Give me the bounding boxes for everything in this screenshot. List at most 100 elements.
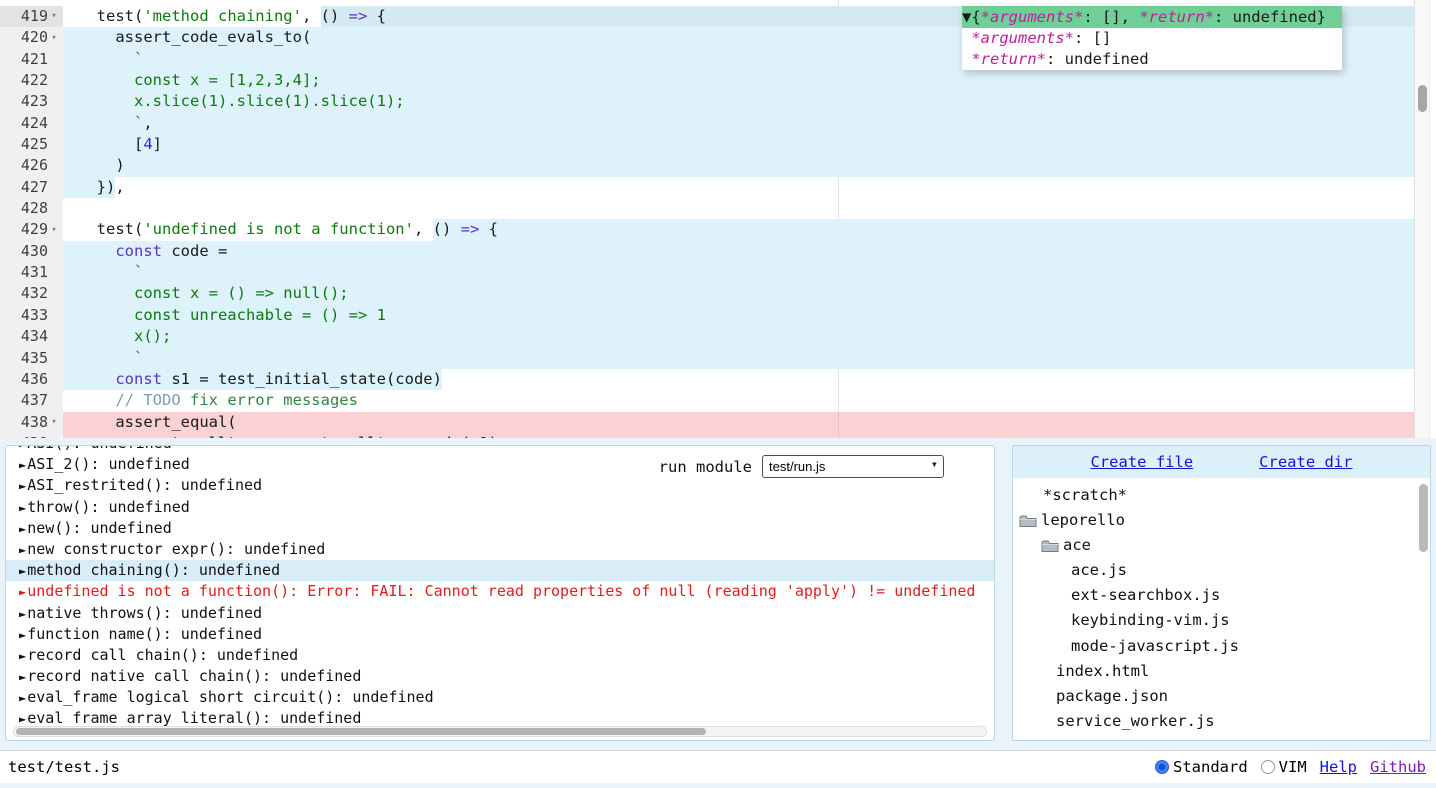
github-link[interactable]: Github: [1370, 758, 1426, 776]
code-line-431[interactable]: 431 `: [0, 262, 1414, 283]
line-number[interactable]: 431: [0, 262, 63, 283]
line-number[interactable]: 430: [0, 241, 63, 262]
expand-arrow-icon[interactable]: ►: [19, 445, 26, 451]
test-result-row[interactable]: ►throw(): undefined: [6, 497, 994, 518]
tooltip-value-row[interactable]: *arguments*: []: [962, 28, 1342, 49]
tree-file-keybinding-vim.js[interactable]: keybinding-vim.js: [1013, 608, 1430, 633]
expand-arrow-icon[interactable]: ►: [19, 543, 26, 557]
create-dir-link[interactable]: Create dir: [1259, 453, 1352, 471]
code-line-439[interactable]: 439 const calltree = root_calltree_node(…: [0, 433, 1414, 438]
test-result-row[interactable]: ►ASI_restrited(): undefined: [6, 475, 994, 496]
radio-standard-icon[interactable]: [1155, 760, 1169, 774]
line-number[interactable]: 429▾: [0, 219, 63, 240]
run-module-select[interactable]: test/run.js: [762, 455, 944, 478]
code-line-427[interactable]: 427 }),: [0, 177, 1414, 198]
fold-arrow-icon[interactable]: ▾: [48, 28, 60, 49]
test-result-row[interactable]: ►new constructor expr(): undefined: [6, 539, 994, 560]
line-number[interactable]: 419▾: [0, 6, 63, 27]
tree-file-mode-javascript.js[interactable]: mode-javascript.js: [1013, 634, 1430, 659]
test-result-row[interactable]: ►ASI(): undefined: [6, 445, 994, 454]
expand-arrow-icon[interactable]: ►: [19, 564, 26, 578]
line-number[interactable]: 423: [0, 91, 63, 112]
fold-arrow-icon[interactable]: ▾: [48, 220, 60, 241]
tree-folder-leporello[interactable]: leporello: [1013, 508, 1430, 533]
expand-arrow-icon[interactable]: ►: [19, 585, 26, 599]
code-line-424[interactable]: 424 `,: [0, 113, 1414, 134]
expand-arrow-icon[interactable]: ►: [19, 501, 26, 515]
test-result-row[interactable]: ►eval_frame logical short circuit(): und…: [6, 687, 994, 708]
expand-arrow-icon[interactable]: ►: [19, 670, 26, 684]
test-result-row[interactable]: ►record native call chain(): undefined: [6, 666, 994, 687]
expand-arrow-icon[interactable]: ►: [19, 649, 26, 663]
line-number[interactable]: 422: [0, 70, 63, 91]
line-number[interactable]: 436: [0, 369, 63, 390]
test-result-row[interactable]: ►method chaining(): undefined: [6, 560, 994, 581]
code-line-436[interactable]: 436 const s1 = test_initial_state(code): [0, 369, 1414, 390]
tree-file-ext-searchbox.js[interactable]: ext-searchbox.js: [1013, 583, 1430, 608]
expand-arrow-icon[interactable]: ►: [19, 691, 26, 705]
code-line-428[interactable]: 428: [0, 198, 1414, 219]
create-file-link[interactable]: Create file: [1091, 453, 1194, 471]
code-line-423[interactable]: 423 x.slice(1).slice(1).slice(1);: [0, 91, 1414, 112]
keybinding-vim-option[interactable]: VIM: [1261, 758, 1307, 776]
expand-arrow-icon[interactable]: ►: [19, 607, 26, 621]
expand-arrow-icon[interactable]: ►: [19, 479, 26, 493]
code-line-425[interactable]: 425 [4]: [0, 134, 1414, 155]
tree-file-service_worker.js[interactable]: service_worker.js: [1013, 709, 1430, 734]
line-number[interactable]: 438▾: [0, 412, 63, 433]
line-number[interactable]: 427: [0, 177, 63, 198]
line-number[interactable]: 424: [0, 113, 63, 134]
code-line-422[interactable]: 422 const x = [1,2,3,4];: [0, 70, 1414, 91]
tree-folder-src[interactable]: src: [1013, 734, 1430, 740]
test-result-row[interactable]: ►undefined is not a function(): Error: F…: [6, 581, 994, 602]
line-number[interactable]: 428: [0, 198, 63, 219]
code-line-432[interactable]: 432 const x = () => null();: [0, 283, 1414, 304]
keybinding-standard-option[interactable]: Standard: [1155, 758, 1248, 776]
test-result-row[interactable]: ►native throws(): undefined: [6, 603, 994, 624]
code-line-426[interactable]: 426 ): [0, 155, 1414, 176]
line-number-text: 432: [21, 283, 48, 304]
tree-file-ace.js[interactable]: ace.js: [1013, 558, 1430, 583]
fold-arrow-icon[interactable]: ▾: [48, 6, 60, 27]
line-number[interactable]: 425: [0, 134, 63, 155]
tree-file-package.json[interactable]: package.json: [1013, 684, 1430, 709]
fold-arrow-icon[interactable]: ▾: [48, 412, 60, 433]
results-scrollbar-thumb[interactable]: [16, 728, 706, 735]
code-line-433[interactable]: 433 const unreachable = () => 1: [0, 305, 1414, 326]
line-number[interactable]: 437: [0, 390, 63, 411]
code-line-429[interactable]: 429▾ test('undefined is not a function',…: [0, 219, 1414, 240]
code-line-437[interactable]: 437 // TODO fix error messages: [0, 390, 1414, 411]
tooltip-header[interactable]: ▼{*arguments*: [], *return*: undefined}: [962, 6, 1342, 28]
expand-arrow-icon[interactable]: ►: [19, 628, 26, 642]
test-result-row[interactable]: ►record call chain(): undefined: [6, 645, 994, 666]
editor-scrollbar-thumb[interactable]: [1418, 85, 1427, 112]
code-line-438[interactable]: 438▾ assert_equal(: [0, 412, 1414, 433]
line-number[interactable]: 434: [0, 326, 63, 347]
code-token: }): [63, 177, 115, 198]
line-number[interactable]: 426: [0, 155, 63, 176]
expand-arrow-icon[interactable]: ►: [19, 712, 26, 726]
code-line-435[interactable]: 435 `: [0, 348, 1414, 369]
line-number[interactable]: 420▾: [0, 27, 63, 48]
help-link[interactable]: Help: [1320, 758, 1357, 776]
line-number[interactable]: 435: [0, 348, 63, 369]
editor-scrollbar[interactable]: [1414, 0, 1430, 438]
line-number[interactable]: 433: [0, 305, 63, 326]
expand-arrow-icon[interactable]: ►: [19, 522, 26, 536]
code-line-434[interactable]: 434 x();: [0, 326, 1414, 347]
file-tree-scrollbar-thumb[interactable]: [1419, 484, 1428, 552]
code-editor[interactable]: 419▾ test('method chaining', () => {420▾…: [0, 0, 1436, 438]
tree-file-index.html[interactable]: index.html: [1013, 659, 1430, 684]
test-result-row[interactable]: ►function name(): undefined: [6, 624, 994, 645]
line-number[interactable]: 439: [0, 433, 63, 438]
line-number[interactable]: 421: [0, 49, 63, 70]
test-result-row[interactable]: ►new(): undefined: [6, 518, 994, 539]
results-horizontal-scrollbar[interactable]: [13, 726, 987, 737]
line-number[interactable]: 432: [0, 283, 63, 304]
tree-file-*scratch*[interactable]: *scratch*: [1013, 483, 1430, 508]
code-line-430[interactable]: 430 const code =: [0, 241, 1414, 262]
expand-arrow-icon[interactable]: ►: [19, 458, 26, 472]
tooltip-value-row[interactable]: *return*: undefined: [962, 49, 1342, 70]
tree-folder-ace[interactable]: ace: [1013, 533, 1430, 558]
radio-vim-icon[interactable]: [1261, 760, 1275, 774]
